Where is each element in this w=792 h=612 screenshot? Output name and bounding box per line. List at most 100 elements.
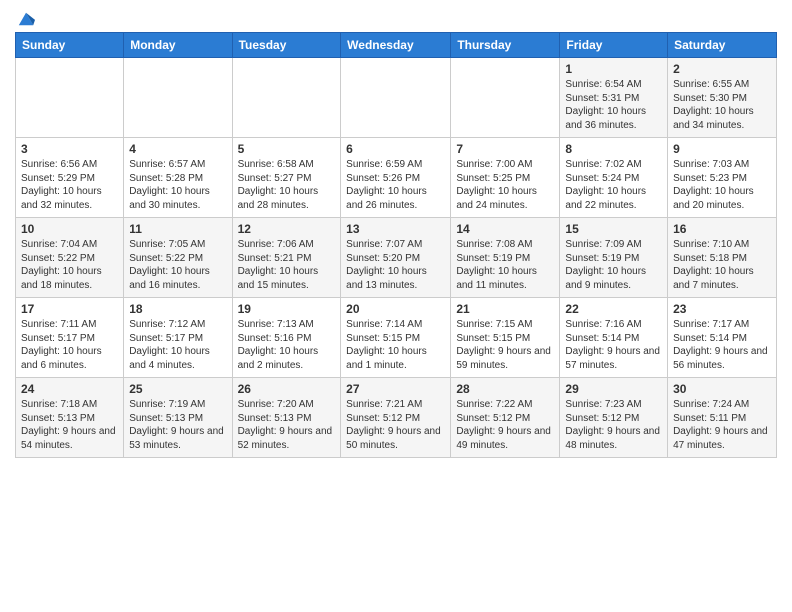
day-info: Sunrise: 7:22 AM Sunset: 5:12 PM Dayligh…: [456, 398, 554, 452]
day-number: 25: [129, 382, 226, 396]
calendar-week-1: 1 Sunrise: 6:54 AM Sunset: 5:31 PM Daylig…: [16, 58, 777, 138]
day-info: Sunrise: 7:17 AM Sunset: 5:14 PM Dayligh…: [673, 318, 771, 372]
day-number: 15: [565, 222, 662, 236]
day-info: Sunrise: 7:09 AM Sunset: 5:19 PM Dayligh…: [565, 238, 662, 292]
calendar-cell: 27 Sunrise: 7:21 AM Sunset: 5:12 PM Dayli…: [341, 378, 451, 458]
calendar-cell: 23 Sunrise: 7:17 AM Sunset: 5:14 PM Dayli…: [668, 298, 777, 378]
calendar-week-3: 10 Sunrise: 7:04 AM Sunset: 5:22 PM Dayli…: [16, 218, 777, 298]
calendar-cell: 21Sunrise: 7:15 AM Sunset: 5:15 PM Dayli…: [451, 298, 560, 378]
day-number: 18: [129, 302, 226, 316]
day-info: Sunrise: 6:55 AM Sunset: 5:30 PM Dayligh…: [673, 78, 771, 132]
day-number: 11: [129, 222, 226, 236]
day-number: 20: [346, 302, 445, 316]
day-info: Sunrise: 7:23 AM Sunset: 5:12 PM Dayligh…: [565, 398, 662, 452]
day-number: 23: [673, 302, 771, 316]
day-info: Sunrise: 7:24 AM Sunset: 5:11 PM Dayligh…: [673, 398, 771, 452]
day-number: 10: [21, 222, 118, 236]
calendar-cell: 28 Sunrise: 7:22 AM Sunset: 5:12 PM Dayli…: [451, 378, 560, 458]
day-number: 28: [456, 382, 554, 396]
day-info: Sunrise: 6:56 AM Sunset: 5:29 PM Dayligh…: [21, 158, 118, 212]
day-info: Sunrise: 6:57 AM Sunset: 5:28 PM Dayligh…: [129, 158, 226, 212]
calendar-cell: 1 Sunrise: 6:54 AM Sunset: 5:31 PM Daylig…: [560, 58, 668, 138]
day-number: 30: [673, 382, 771, 396]
day-info: Sunrise: 7:20 AM Sunset: 5:13 PM Dayligh…: [238, 398, 336, 452]
calendar-cell: 10 Sunrise: 7:04 AM Sunset: 5:22 PM Dayli…: [16, 218, 124, 298]
calendar-cell: 6 Sunrise: 6:59 AM Sunset: 5:26 PM Daylig…: [341, 138, 451, 218]
calendar-week-4: 17Sunrise: 7:11 AM Sunset: 5:17 PM Dayli…: [16, 298, 777, 378]
day-number: 17: [21, 302, 118, 316]
day-number: 13: [346, 222, 445, 236]
page-header: [15, 10, 777, 24]
calendar-cell: 15 Sunrise: 7:09 AM Sunset: 5:19 PM Dayli…: [560, 218, 668, 298]
day-info: Sunrise: 7:21 AM Sunset: 5:12 PM Dayligh…: [346, 398, 445, 452]
day-number: 4: [129, 142, 226, 156]
calendar-cell: [232, 58, 341, 138]
calendar-cell: 24 Sunrise: 7:18 AM Sunset: 5:13 PM Dayli…: [16, 378, 124, 458]
calendar-header-tuesday: Tuesday: [232, 33, 341, 58]
day-info: Sunrise: 7:14 AM Sunset: 5:15 PM Dayligh…: [346, 318, 445, 372]
day-info: Sunrise: 6:59 AM Sunset: 5:26 PM Dayligh…: [346, 158, 445, 212]
calendar-cell: 12 Sunrise: 7:06 AM Sunset: 5:21 PM Dayli…: [232, 218, 341, 298]
day-info: Sunrise: 7:08 AM Sunset: 5:19 PM Dayligh…: [456, 238, 554, 292]
calendar-cell: [451, 58, 560, 138]
day-number: 24: [21, 382, 118, 396]
day-number: 26: [238, 382, 336, 396]
calendar-cell: 11 Sunrise: 7:05 AM Sunset: 5:22 PM Dayli…: [124, 218, 232, 298]
day-info: Sunrise: 7:19 AM Sunset: 5:13 PM Dayligh…: [129, 398, 226, 452]
day-number: 7: [456, 142, 554, 156]
day-number: 22: [565, 302, 662, 316]
day-info: Sunrise: 7:06 AM Sunset: 5:21 PM Dayligh…: [238, 238, 336, 292]
calendar-cell: 7 Sunrise: 7:00 AM Sunset: 5:25 PM Daylig…: [451, 138, 560, 218]
day-info: Sunrise: 7:04 AM Sunset: 5:22 PM Dayligh…: [21, 238, 118, 292]
day-info: Sunrise: 7:07 AM Sunset: 5:20 PM Dayligh…: [346, 238, 445, 292]
day-info: Sunrise: 7:13 AM Sunset: 5:16 PM Dayligh…: [238, 318, 336, 372]
calendar-header-friday: Friday: [560, 33, 668, 58]
calendar-cell: [341, 58, 451, 138]
calendar-header-row: SundayMondayTuesdayWednesdayThursdayFrid…: [16, 33, 777, 58]
day-number: 8: [565, 142, 662, 156]
day-info: Sunrise: 7:18 AM Sunset: 5:13 PM Dayligh…: [21, 398, 118, 452]
calendar-cell: 18 Sunrise: 7:12 AM Sunset: 5:17 PM Dayli…: [124, 298, 232, 378]
day-number: 1: [565, 62, 662, 76]
calendar-cell: 9 Sunrise: 7:03 AM Sunset: 5:23 PM Daylig…: [668, 138, 777, 218]
day-info: Sunrise: 7:03 AM Sunset: 5:23 PM Dayligh…: [673, 158, 771, 212]
day-info: Sunrise: 7:16 AM Sunset: 5:14 PM Dayligh…: [565, 318, 662, 372]
day-info: Sunrise: 6:54 AM Sunset: 5:31 PM Dayligh…: [565, 78, 662, 132]
day-number: 16: [673, 222, 771, 236]
logo-icon: [17, 10, 35, 28]
logo: [15, 10, 35, 24]
day-number: 3: [21, 142, 118, 156]
calendar-cell: 3 Sunrise: 6:56 AM Sunset: 5:29 PM Daylig…: [16, 138, 124, 218]
calendar-cell: 29 Sunrise: 7:23 AM Sunset: 5:12 PM Dayli…: [560, 378, 668, 458]
day-number: 29: [565, 382, 662, 396]
day-info: Sunrise: 7:02 AM Sunset: 5:24 PM Dayligh…: [565, 158, 662, 212]
calendar-header-monday: Monday: [124, 33, 232, 58]
day-number: 6: [346, 142, 445, 156]
day-number: 5: [238, 142, 336, 156]
day-number: 27: [346, 382, 445, 396]
calendar-cell: 13 Sunrise: 7:07 AM Sunset: 5:20 PM Dayli…: [341, 218, 451, 298]
day-number: 2: [673, 62, 771, 76]
day-info: Sunrise: 7:12 AM Sunset: 5:17 PM Dayligh…: [129, 318, 226, 372]
day-number: 14: [456, 222, 554, 236]
calendar-cell: 20 Sunrise: 7:14 AM Sunset: 5:15 PM Dayli…: [341, 298, 451, 378]
calendar-cell: 16 Sunrise: 7:10 AM Sunset: 5:18 PM Dayli…: [668, 218, 777, 298]
calendar-header-thursday: Thursday: [451, 33, 560, 58]
calendar-week-5: 24 Sunrise: 7:18 AM Sunset: 5:13 PM Dayli…: [16, 378, 777, 458]
calendar-cell: [16, 58, 124, 138]
day-info: Sunrise: 7:05 AM Sunset: 5:22 PM Dayligh…: [129, 238, 226, 292]
day-number: 9: [673, 142, 771, 156]
calendar-cell: 26 Sunrise: 7:20 AM Sunset: 5:13 PM Dayli…: [232, 378, 341, 458]
day-info: Sunrise: 7:00 AM Sunset: 5:25 PM Dayligh…: [456, 158, 554, 212]
calendar-cell: 8 Sunrise: 7:02 AM Sunset: 5:24 PM Daylig…: [560, 138, 668, 218]
day-number: 12: [238, 222, 336, 236]
calendar-cell: 4 Sunrise: 6:57 AM Sunset: 5:28 PM Daylig…: [124, 138, 232, 218]
calendar-header-sunday: Sunday: [16, 33, 124, 58]
day-info: Sunrise: 7:10 AM Sunset: 5:18 PM Dayligh…: [673, 238, 771, 292]
calendar-cell: [124, 58, 232, 138]
calendar-header-wednesday: Wednesday: [341, 33, 451, 58]
calendar-cell: 14 Sunrise: 7:08 AM Sunset: 5:19 PM Dayli…: [451, 218, 560, 298]
calendar-header-saturday: Saturday: [668, 33, 777, 58]
calendar-cell: 22 Sunrise: 7:16 AM Sunset: 5:14 PM Dayli…: [560, 298, 668, 378]
calendar-cell: 30 Sunrise: 7:24 AM Sunset: 5:11 PM Dayli…: [668, 378, 777, 458]
